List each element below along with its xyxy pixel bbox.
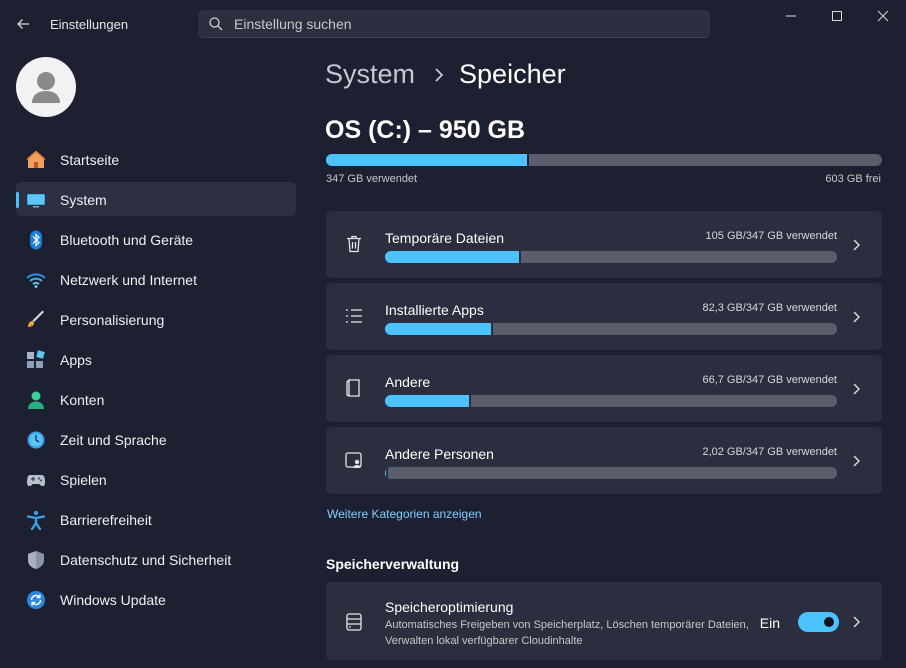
search-input[interactable]	[234, 10, 694, 38]
category-card-other-people[interactable]: Andere Personen 2,02 GB/347 GB verwendet	[326, 427, 882, 494]
breadcrumb-parent[interactable]: System	[325, 59, 415, 90]
back-arrow-icon	[17, 19, 29, 29]
sidebar-item-label: Windows Update	[60, 592, 166, 608]
category-usage: 66,7 GB/347 GB verwendet	[702, 374, 837, 386]
section-title: Speicherverwaltung	[326, 556, 460, 572]
category-usage-fill	[385, 395, 471, 407]
app-title: Einstellungen	[50, 17, 129, 32]
sidebar-item-netzwerk[interactable]: Netzwerk und Internet	[16, 262, 296, 296]
home-icon	[26, 150, 46, 168]
apps-icon	[27, 350, 45, 368]
sidebar-item-label: System	[60, 192, 107, 208]
storage-sense-title: Speicheroptimierung	[385, 599, 514, 615]
category-name: Andere Personen	[385, 446, 494, 462]
category-usage-bar	[385, 395, 837, 407]
drive-usage-fill	[326, 154, 529, 166]
user-silhouette-icon	[32, 72, 60, 103]
close-button[interactable]	[860, 0, 906, 32]
sidebar-item-apps[interactable]: Apps	[16, 342, 296, 376]
sidebar-item-konten[interactable]: Konten	[16, 382, 296, 416]
category-usage-fill	[385, 251, 521, 263]
category-name: Installierte Apps	[385, 302, 484, 318]
close-icon	[877, 10, 889, 22]
drive-usage-bar	[326, 154, 882, 166]
wifi-icon	[26, 273, 46, 288]
sidebar-item-label: Netzwerk und Internet	[60, 272, 197, 288]
sidebar-item-label: Barrierefreiheit	[60, 512, 152, 528]
storage-sense-description: Automatisches Freigeben von Speicherplat…	[385, 619, 749, 647]
category-card-installed-apps[interactable]: Installierte Apps 82,3 GB/347 GB verwend…	[326, 283, 882, 350]
clock-globe-icon	[27, 431, 45, 449]
search-icon	[209, 17, 223, 31]
chevron-right-icon	[853, 311, 860, 323]
category-usage: 82,3 GB/347 GB verwendet	[702, 302, 837, 314]
sidebar-item-label: Personalisierung	[60, 312, 165, 328]
maximize-button[interactable]	[814, 0, 860, 32]
category-card-temp-files[interactable]: Temporäre Dateien 105 GB/347 GB verwende…	[326, 211, 882, 278]
list-icon	[346, 309, 362, 323]
sidebar-item-spielen[interactable]: Spielen	[16, 462, 296, 496]
category-name: Temporäre Dateien	[385, 230, 505, 246]
sidebar-item-datenschutz[interactable]: Datenschutz und Sicherheit	[16, 542, 296, 576]
back-button[interactable]	[10, 12, 36, 36]
search-box[interactable]	[198, 10, 710, 38]
sidebar-item-label: Zeit und Sprache	[60, 432, 167, 448]
sidebar-item-zeit-sprache[interactable]: Zeit und Sprache	[16, 422, 296, 456]
trash-icon	[347, 235, 361, 253]
sidebar-item-barrierefreiheit[interactable]: Barrierefreiheit	[16, 502, 296, 536]
category-usage-fill	[385, 467, 388, 479]
avatar[interactable]	[16, 57, 76, 117]
title-bar: Einstellungen	[0, 0, 906, 48]
minimize-icon	[786, 15, 796, 17]
sidebar-item-label: Apps	[60, 352, 92, 368]
used-space-label: 347 GB verwendet	[326, 173, 418, 185]
gamepad-icon	[27, 475, 45, 486]
free-space-label: 603 GB frei	[825, 173, 881, 185]
account-icon	[28, 391, 44, 409]
sidebar-item-startseite[interactable]: Startseite	[16, 142, 296, 176]
sidebar-item-label: Datenschutz und Sicherheit	[60, 552, 232, 568]
accessibility-icon	[26, 510, 46, 530]
storage-sense-state: Ein	[759, 615, 780, 631]
category-usage: 105 GB/347 GB verwendet	[705, 230, 837, 242]
storage-sense-card[interactable]: Speicheroptimierung Automatisches Freige…	[326, 582, 882, 660]
drive-icon	[346, 613, 362, 631]
document-icon	[346, 379, 360, 397]
monitor-icon	[27, 194, 45, 208]
brush-icon	[28, 310, 44, 328]
people-icon	[345, 452, 362, 468]
chevron-right-icon	[853, 383, 860, 395]
maximize-icon	[832, 11, 842, 21]
breadcrumb: System Speicher	[325, 59, 566, 90]
sidebar-item-label: Spielen	[60, 472, 107, 488]
sidebar-item-label: Startseite	[60, 152, 120, 168]
update-icon	[27, 591, 45, 609]
category-usage-bar	[385, 467, 837, 479]
toggle-knob	[824, 617, 834, 627]
category-usage: 2,02 GB/347 GB verwendet	[702, 446, 837, 458]
more-categories-link[interactable]: Weitere Kategorien anzeigen	[327, 507, 482, 521]
sidebar-item-bluetooth[interactable]: Bluetooth und Geräte	[16, 222, 296, 256]
page-title: Speicher	[459, 59, 566, 89]
chevron-right-icon	[853, 239, 860, 251]
shield-icon	[28, 551, 44, 569]
chevron-right-icon	[853, 455, 860, 467]
sidebar-item-windows-update[interactable]: Windows Update	[16, 582, 296, 616]
category-usage-bar	[385, 323, 837, 335]
sidebar-item-system[interactable]: System	[16, 182, 296, 216]
breadcrumb-chevron-icon	[435, 67, 444, 82]
chevron-right-icon	[853, 616, 860, 628]
sidebar-item-label: Bluetooth und Geräte	[60, 232, 194, 248]
drive-title: OS (C:) – 950 GB	[325, 116, 526, 144]
minimize-button[interactable]	[768, 0, 814, 32]
sidebar-nav: Startseite System Bluetooth und Geräte N…	[16, 142, 296, 622]
sidebar-item-label: Konten	[60, 392, 105, 408]
sidebar-item-personalisierung[interactable]: Personalisierung	[16, 302, 296, 336]
category-usage-bar	[385, 251, 837, 263]
storage-sense-toggle[interactable]	[798, 612, 839, 632]
category-name: Andere	[385, 374, 431, 390]
bluetooth-icon	[30, 230, 42, 250]
category-usage-fill	[385, 323, 494, 335]
category-card-other[interactable]: Andere 66,7 GB/347 GB verwendet	[326, 355, 882, 422]
